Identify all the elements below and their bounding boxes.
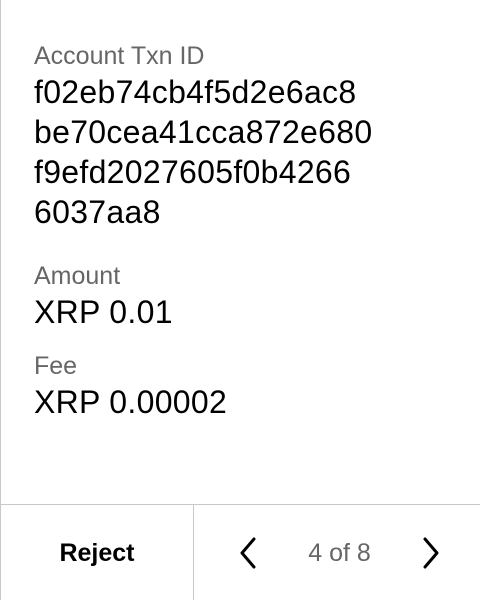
fee-field: Fee XRP 0.00002 [34, 350, 460, 422]
action-footer: Reject 4 of 8 [1, 504, 480, 600]
txn-id-value: f02eb74cb4f5d2e6ac8 be70cea41cca872e680 … [34, 72, 460, 232]
txn-id-line: f02eb74cb4f5d2e6ac8 [34, 74, 357, 110]
transaction-review-screen: Account Txn ID f02eb74cb4f5d2e6ac8 be70c… [0, 0, 480, 600]
txn-id-line: be70cea41cca872e680 [34, 114, 373, 150]
amount-label: Amount [34, 262, 121, 290]
amount-value: XRP 0.01 [34, 294, 173, 330]
amount-field: Amount XRP 0.01 [34, 260, 460, 332]
page-indicator: 4 of 8 [308, 538, 371, 567]
fee-label: Fee [34, 352, 78, 380]
reject-button[interactable]: Reject [1, 505, 194, 600]
chevron-right-icon[interactable] [415, 533, 447, 573]
txn-id-label: Account Txn ID [34, 42, 205, 70]
transaction-details: Account Txn ID f02eb74cb4f5d2e6ac8 be70c… [34, 40, 460, 440]
chevron-left-icon[interactable] [232, 533, 264, 573]
txn-id-field: Account Txn ID f02eb74cb4f5d2e6ac8 be70c… [34, 40, 460, 232]
pager: 4 of 8 [194, 505, 480, 600]
fee-value: XRP 0.00002 [34, 384, 228, 420]
txn-id-line: f9efd2027605f0b4266 [34, 154, 352, 190]
txn-id-line: 6037aa8 [34, 194, 161, 230]
